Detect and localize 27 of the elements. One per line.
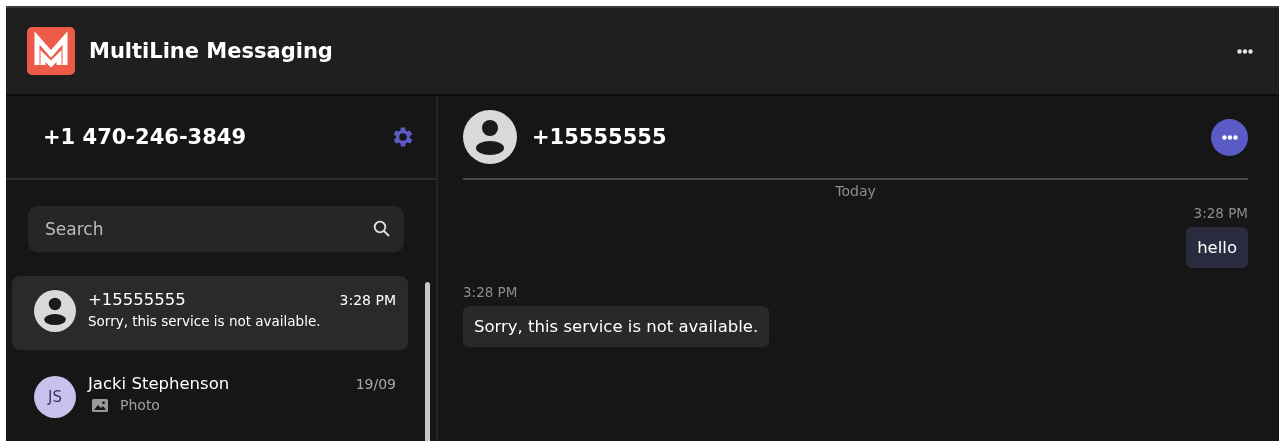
account-phone-number: +1 470-246-3849 — [43, 125, 247, 149]
conversation-item[interactable]: JS Jacki Stephenson 19/09 Photo — [12, 360, 408, 434]
image-icon — [92, 398, 108, 412]
message-time: 3:28 PM — [1193, 205, 1248, 221]
conversation-item[interactable]: +15555555 3:28 PM Sorry, this service is not available. — [12, 276, 408, 350]
avatar: JS — [34, 376, 76, 418]
avatar-icon — [463, 110, 517, 164]
contact-name: +15555555 — [88, 290, 186, 309]
search-icon — [373, 220, 390, 237]
message-bubble: Sorry, this service is not available. — [463, 306, 770, 347]
app-title: MultiLine Messaging — [89, 39, 334, 63]
message-preview: Photo — [120, 397, 160, 413]
contact-name: Jacki Stephenson — [88, 374, 230, 393]
contact-name: +15555555 — [532, 125, 668, 149]
message-time: 19/09 — [355, 376, 396, 392]
message-preview: Sorry, this service is not available. — [88, 313, 322, 329]
search-field[interactable]: Search — [28, 206, 404, 252]
message-bubble: hello — [1186, 227, 1248, 268]
more-icon — [1221, 134, 1238, 140]
more-icon — [1237, 48, 1253, 54]
logo-icon — [27, 27, 75, 75]
message-time: 3:28 PM — [463, 284, 518, 300]
date-divider: Today — [835, 183, 876, 199]
more-button[interactable] — [1211, 118, 1248, 156]
message-time: 3:28 PM — [339, 292, 396, 308]
avatar-icon — [34, 290, 76, 332]
scrollbar[interactable] — [425, 282, 430, 441]
